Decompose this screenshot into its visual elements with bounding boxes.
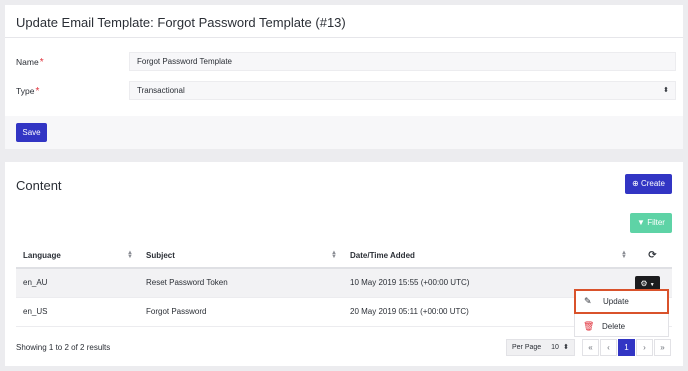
required-mark: *: [39, 57, 44, 68]
pagination-first[interactable]: «: [582, 339, 599, 356]
name-label-text: Name: [16, 57, 39, 67]
menu-item-delete-label: Delete: [602, 322, 626, 331]
edit-icon: ✎: [584, 296, 592, 306]
row-actions-menu: ✎ Update 🗑 Delete: [574, 289, 669, 337]
column-header-language-label: Language: [23, 250, 61, 260]
column-header-subject[interactable]: Subject ▲ ▼: [139, 243, 343, 269]
results-summary: Showing 1 to 2 of 2 results: [16, 343, 111, 352]
type-select[interactable]: Transactional ⬍: [129, 81, 676, 100]
column-header-language[interactable]: Language ▲ ▼: [16, 243, 139, 269]
sort-arrows-icon: ▲ ▼: [621, 250, 627, 260]
create-button-label: Create: [640, 179, 665, 188]
content-card: Content ⊕ Create ▼ Filter Language ▲ ▼ Su…: [5, 162, 683, 366]
pagination-prev[interactable]: ‹: [600, 339, 617, 356]
table-header-row: Language ▲ ▼ Subject ▲ ▼ Date/Time Added ▲…: [16, 243, 672, 269]
gear-icon: ⚙: [640, 279, 648, 288]
menu-item-delete[interactable]: 🗑 Delete: [575, 316, 668, 337]
cell-subject: Reset Password Token: [139, 268, 343, 298]
filter-button[interactable]: ▼ Filter: [630, 213, 672, 233]
refresh-button[interactable]: ⟳: [633, 243, 672, 269]
column-header-subject-label: Subject: [146, 250, 175, 260]
per-page-value: 10: [551, 344, 559, 351]
menu-item-update[interactable]: ✎ Update: [574, 289, 669, 314]
content-title: Content: [16, 178, 62, 193]
template-form-header: Update Email Template: Forgot Password T…: [5, 5, 683, 38]
column-header-date[interactable]: Date/Time Added ▲ ▼: [343, 243, 633, 269]
type-label: Type*: [16, 86, 39, 97]
pagination-next[interactable]: ›: [636, 339, 653, 356]
cell-language: en_AU: [16, 268, 139, 298]
template-form-body: Name* Forgot Password Template Type* Tra…: [5, 38, 683, 116]
name-field[interactable]: Forgot Password Template: [129, 52, 676, 71]
sort-arrows-icon: ⬍: [663, 87, 669, 94]
pagination-last[interactable]: »: [654, 339, 671, 356]
sort-arrows-icon: ▲ ▼: [127, 250, 133, 260]
refresh-icon: ⟳: [648, 249, 657, 261]
type-select-value: Transactional: [137, 86, 185, 95]
plus-circle-icon: ⊕: [632, 179, 639, 188]
menu-item-update-label: Update: [603, 297, 629, 306]
column-header-date-label: Date/Time Added: [350, 250, 415, 260]
name-field-value: Forgot Password Template: [137, 57, 233, 66]
trash-icon: 🗑: [583, 321, 595, 331]
pagination-page-1[interactable]: 1: [618, 339, 635, 356]
sort-arrows-icon: ⬍: [563, 344, 569, 351]
save-button[interactable]: Save: [16, 123, 47, 142]
page-title: Update Email Template: Forgot Password T…: [16, 15, 346, 30]
template-form-card: Update Email Template: Forgot Password T…: [5, 5, 683, 149]
cell-subject: Forgot Password: [139, 297, 343, 327]
type-label-text: Type: [16, 86, 35, 96]
name-label: Name*: [16, 57, 44, 68]
per-page-label: Per Page: [512, 344, 542, 351]
sort-arrows-icon: ▲ ▼: [331, 250, 337, 260]
filter-button-label: Filter: [647, 218, 665, 227]
required-mark: *: [35, 86, 40, 97]
funnel-icon: ▼: [637, 218, 645, 227]
per-page-select[interactable]: Per Page 10 ⬍: [506, 339, 575, 356]
cell-language: en_US: [16, 297, 139, 327]
create-button[interactable]: ⊕ Create: [625, 174, 672, 194]
caret-down-icon: ▼: [649, 282, 655, 288]
